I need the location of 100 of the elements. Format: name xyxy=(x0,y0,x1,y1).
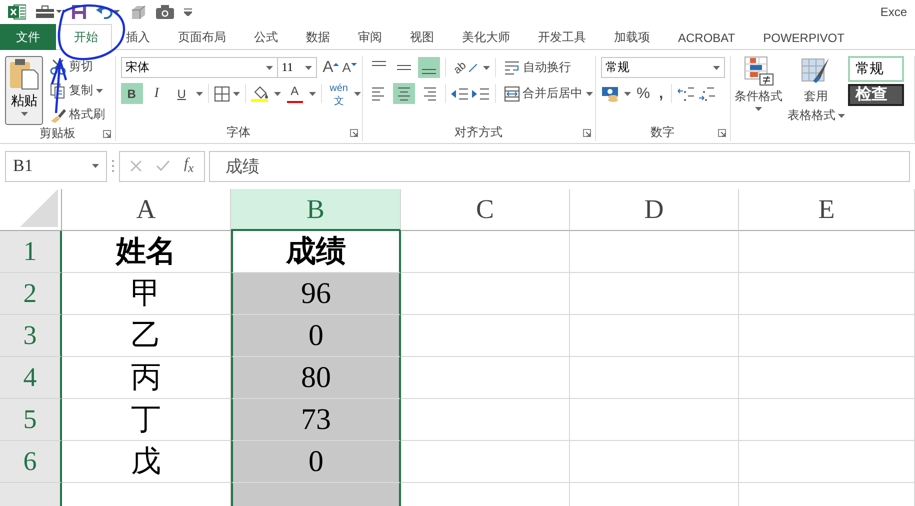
clipboard-icon xyxy=(9,58,39,90)
ribbon-tab[interactable]: 插入 xyxy=(112,24,164,50)
ribbon-tab[interactable]: 开发工具 xyxy=(524,24,600,50)
column-header[interactable]: C xyxy=(401,189,570,231)
formula-field[interactable]: 成绩 xyxy=(208,150,910,182)
undo-icon[interactable] xyxy=(96,5,120,19)
caret-icon[interactable] xyxy=(482,66,490,70)
row-header[interactable]: 2 xyxy=(0,273,62,315)
scissors-icon xyxy=(50,58,66,74)
column-header[interactable]: B xyxy=(231,189,401,231)
column-header[interactable]: E xyxy=(739,189,915,231)
caret-icon[interactable] xyxy=(96,88,103,92)
ribbon-tab[interactable]: ACROBAT xyxy=(664,24,750,50)
column-header[interactable]: A xyxy=(62,189,231,231)
conditional-format-button[interactable]: 条件格式 xyxy=(732,56,785,124)
group-label: 数字 xyxy=(650,124,675,140)
ribbon-tab[interactable]: POWERPIVOT xyxy=(749,24,858,50)
dialog-launcher-icon[interactable] xyxy=(350,129,358,137)
underline-button[interactable]: U xyxy=(170,83,193,104)
orientation-button[interactable]: ab xyxy=(450,57,480,78)
paste-button[interactable]: 粘贴 xyxy=(5,56,43,125)
shrink-font-button[interactable]: A xyxy=(339,57,354,78)
wrap-text-button[interactable]: 自动换行 xyxy=(500,57,574,78)
group-label: 对齐方式 xyxy=(454,124,503,140)
ribbon-tab[interactable]: 页面布局 xyxy=(164,24,240,50)
caret-icon[interactable] xyxy=(712,66,720,70)
bold-button[interactable]: B xyxy=(120,83,143,104)
caret-icon[interactable] xyxy=(308,92,316,96)
decrease-indent-icon[interactable] xyxy=(450,86,469,100)
grow-font-button[interactable]: A xyxy=(320,57,336,78)
group-label: 剪贴板 xyxy=(39,125,76,142)
italic-button[interactable]: I xyxy=(146,83,168,104)
toolbox-icon[interactable] xyxy=(36,5,62,19)
caret-icon[interactable] xyxy=(755,107,762,111)
align-top-icon xyxy=(372,61,386,66)
table-cell: 96 xyxy=(231,273,401,315)
decrease-decimal-icon[interactable] xyxy=(698,86,716,102)
ribbon-tab[interactable]: 数据 xyxy=(292,24,344,50)
window-title: Exce xyxy=(880,5,907,19)
caret-icon[interactable] xyxy=(196,92,203,96)
table-cell: 姓名 xyxy=(62,231,231,273)
dialog-launcher-icon[interactable] xyxy=(718,129,726,137)
caret-icon[interactable] xyxy=(266,66,273,70)
row-header[interactable]: 6 xyxy=(0,441,62,483)
font-size-select[interactable]: 11 xyxy=(276,57,317,78)
row-header[interactable]: 3 xyxy=(0,315,62,357)
cube-icon[interactable] xyxy=(130,5,146,19)
caret-icon[interactable] xyxy=(274,92,281,96)
copy-button[interactable]: 复制 xyxy=(47,80,108,101)
row-header[interactable]: 4 xyxy=(0,357,62,399)
file-tab[interactable]: 文件 xyxy=(0,24,56,50)
caret-icon[interactable] xyxy=(838,114,845,118)
borders-icon[interactable] xyxy=(214,86,230,102)
dialog-launcher-icon[interactable] xyxy=(582,129,591,137)
caret-icon[interactable] xyxy=(354,92,361,96)
more-icon xyxy=(111,158,115,174)
caret-icon[interactable] xyxy=(92,164,99,168)
conditional-format-icon xyxy=(744,56,774,86)
ribbon-tab[interactable]: 审阅 xyxy=(344,24,396,50)
caret-icon[interactable] xyxy=(20,112,28,116)
caret-icon[interactable] xyxy=(586,92,593,96)
brush-icon xyxy=(50,106,66,122)
cut-button[interactable]: 剪切 xyxy=(47,56,108,77)
font-color-button[interactable]: A xyxy=(284,83,306,104)
comma-button[interactable]: , xyxy=(656,83,666,104)
format-painter-button[interactable]: 格式刷 xyxy=(47,104,108,125)
ribbon-tab[interactable]: 美化大师 xyxy=(448,24,524,50)
row-header[interactable]: 1 xyxy=(0,231,62,273)
align-center-button[interactable] xyxy=(392,83,415,104)
caret-icon[interactable] xyxy=(304,66,312,70)
insert-function-button[interactable]: f$_{x}$ xyxy=(184,156,194,176)
percent-button[interactable]: % xyxy=(634,83,653,104)
caret-icon[interactable] xyxy=(624,92,631,96)
fill-color-icon[interactable] xyxy=(250,85,271,102)
column-header[interactable]: D xyxy=(570,189,739,231)
format-as-table-button[interactable]: 套用 表格格式 xyxy=(786,56,847,124)
increase-decimal-icon[interactable] xyxy=(677,86,696,102)
increase-indent-icon[interactable] xyxy=(472,86,490,100)
ribbon-tab[interactable]: 视图 xyxy=(396,24,448,50)
caret-icon[interactable] xyxy=(232,92,240,96)
merge-center-button[interactable]: 合并后居中 xyxy=(500,83,596,104)
align-bottom-button[interactable] xyxy=(418,57,440,78)
align-left-icon xyxy=(370,84,387,102)
row-header[interactable]: 5 xyxy=(0,399,62,441)
phonetic-button[interactable]: wén 文 xyxy=(326,83,351,104)
currency-icon[interactable] xyxy=(600,86,621,102)
number-format-select[interactable]: 常规 xyxy=(600,57,725,78)
normal-cell-style[interactable]: 常规 xyxy=(848,56,904,82)
ribbon-tab[interactable]: 开始 xyxy=(60,24,112,50)
align-middle-icon xyxy=(396,65,411,70)
customize-menu-icon[interactable] xyxy=(184,8,192,16)
group-label: 字体 xyxy=(226,124,251,140)
name-box[interactable]: B1 xyxy=(5,150,107,182)
ribbon-tab[interactable]: 加载项 xyxy=(600,24,664,50)
font-name-select[interactable]: 宋体 xyxy=(120,57,278,78)
dialog-launcher-icon[interactable] xyxy=(102,130,111,138)
table-brush-icon xyxy=(801,56,832,86)
table-cell: 80 xyxy=(231,357,401,399)
camera-icon[interactable] xyxy=(156,5,174,19)
ribbon-tab[interactable]: 公式 xyxy=(240,24,292,50)
